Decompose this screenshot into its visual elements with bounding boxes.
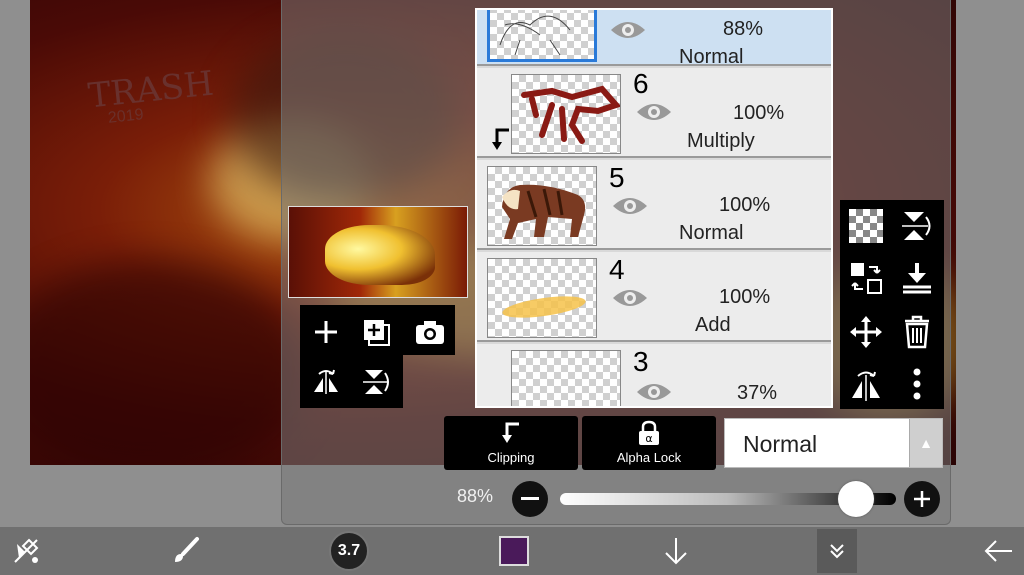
menu-chevron-icon[interactable] bbox=[817, 529, 857, 573]
layer-blend-mode: Normal bbox=[679, 46, 744, 68]
swap-layer-icon[interactable] bbox=[846, 258, 886, 298]
chevron-up-icon[interactable]: ▲ bbox=[909, 419, 942, 467]
layer-number: 6 bbox=[633, 68, 649, 99]
brush-icon[interactable] bbox=[166, 531, 206, 571]
layer-row[interactable]: 5 100% Normal bbox=[477, 160, 831, 250]
alpha-lock-icon: α bbox=[637, 420, 661, 449]
add-layer-icon[interactable] bbox=[306, 312, 346, 352]
flip-vertical-icon[interactable] bbox=[356, 362, 396, 402]
layer-number: 4 bbox=[609, 254, 625, 285]
transform-icon[interactable] bbox=[6, 531, 46, 571]
layer-list[interactable]: 88% Normal 6 100% Multiply 5 100% Normal bbox=[475, 8, 833, 408]
move-icon[interactable] bbox=[846, 312, 886, 352]
camera-icon[interactable] bbox=[410, 312, 450, 352]
color-button[interactable] bbox=[494, 531, 534, 571]
brush-size-button[interactable]: 3.7 bbox=[329, 531, 369, 571]
layer-row[interactable]: 4 100% Add bbox=[477, 252, 831, 342]
more-icon[interactable] bbox=[897, 364, 937, 404]
layer-number: 5 bbox=[609, 162, 625, 193]
opacity-slider-knob[interactable] bbox=[837, 481, 874, 517]
visibility-eye-icon[interactable] bbox=[611, 286, 649, 310]
layer-thumbnail bbox=[511, 350, 621, 406]
layer-number: 3 bbox=[633, 346, 649, 377]
signature-year: 2019 bbox=[107, 106, 145, 127]
trash-icon[interactable] bbox=[897, 312, 937, 352]
opacity-value-label: 88% bbox=[457, 486, 494, 506]
back-arrow-icon[interactable] bbox=[978, 531, 1018, 571]
layer-blend-mode: Normal bbox=[679, 222, 744, 244]
layer-opacity: 100% bbox=[733, 102, 785, 124]
layer-row[interactable]: 3 37% bbox=[477, 344, 831, 406]
visibility-eye-icon[interactable] bbox=[609, 18, 647, 42]
visibility-eye-icon[interactable] bbox=[635, 380, 673, 404]
layer-row-selected[interactable]: 88% Normal bbox=[477, 10, 831, 68]
layer-opacity: 37% bbox=[737, 382, 778, 404]
opacity-increase-button[interactable] bbox=[904, 481, 940, 517]
alpha-lock-button[interactable]: α Alpha Lock bbox=[582, 416, 716, 470]
clipping-button[interactable]: Clipping bbox=[444, 416, 578, 470]
color-swatch bbox=[499, 536, 529, 566]
layer-blend-mode: Multiply bbox=[687, 130, 755, 152]
layer-row[interactable]: 6 100% Multiply bbox=[477, 68, 831, 158]
clipping-arrow-icon bbox=[499, 421, 521, 448]
transparency-icon[interactable] bbox=[846, 206, 886, 246]
alpha-lock-label: Alpha Lock bbox=[616, 450, 682, 465]
svg-text:α: α bbox=[645, 432, 652, 445]
blend-mode-select[interactable]: Normal ▲ bbox=[724, 418, 943, 468]
brush-size: 3.7 bbox=[329, 531, 369, 571]
flip-horizontal-icon[interactable] bbox=[306, 362, 346, 402]
clipping-label: Clipping bbox=[487, 450, 535, 465]
canvas-preview-thumbnail[interactable] bbox=[288, 206, 468, 298]
layer-thumbnail bbox=[487, 166, 597, 246]
layer-thumbnail bbox=[487, 258, 597, 338]
signature-text: TRASH bbox=[86, 63, 216, 117]
flip-vertical-rotate-icon[interactable] bbox=[897, 206, 937, 246]
layer-opacity: 100% bbox=[719, 194, 771, 216]
layer-thumbnail bbox=[487, 10, 597, 62]
download-arrow-icon[interactable] bbox=[656, 531, 696, 571]
layer-thumbnail bbox=[511, 74, 621, 154]
visibility-eye-icon[interactable] bbox=[611, 194, 649, 218]
add-copy-layer-icon[interactable] bbox=[356, 312, 396, 352]
layer-blend-mode: Add bbox=[695, 314, 731, 336]
bottom-toolbar: 3.7 bbox=[0, 527, 1024, 575]
blend-mode-value: Normal bbox=[743, 431, 818, 457]
rotate-flip-icon[interactable] bbox=[846, 364, 886, 404]
opacity-slider[interactable] bbox=[560, 481, 896, 517]
opacity-decrease-button[interactable] bbox=[512, 481, 548, 517]
visibility-eye-icon[interactable] bbox=[635, 100, 673, 124]
layer-opacity: 88% bbox=[723, 18, 764, 40]
merge-down-icon[interactable] bbox=[897, 258, 937, 298]
layer-opacity: 100% bbox=[719, 286, 771, 308]
clipping-arrow-icon bbox=[489, 126, 511, 157]
